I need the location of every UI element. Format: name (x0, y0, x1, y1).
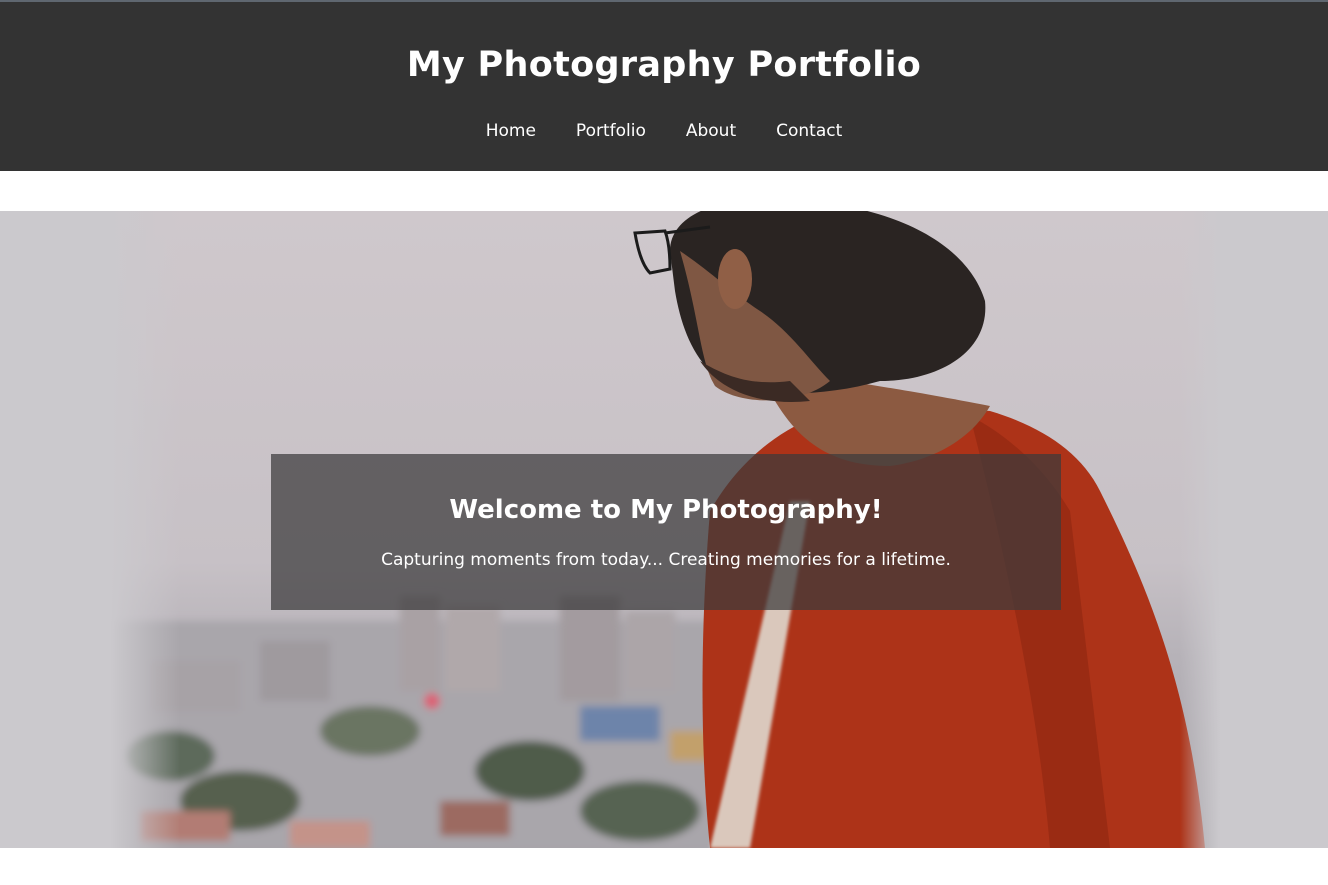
welcome-overlay: Welcome to My Photography! Capturing mom… (271, 454, 1061, 610)
welcome-heading: Welcome to My Photography! (449, 495, 883, 525)
nav-about[interactable]: About (686, 118, 736, 144)
photo-fade-right (1180, 211, 1220, 848)
site-title: My Photography Portfolio (406, 45, 922, 85)
photo-fade-left (110, 211, 180, 848)
nav-portfolio[interactable]: Portfolio (576, 118, 646, 144)
hero-section: Welcome to My Photography! Capturing mom… (0, 211, 1328, 848)
nav-contact[interactable]: Contact (776, 118, 842, 144)
main-nav: Home Portfolio About Contact (0, 118, 1328, 144)
site-header: My Photography Portfolio Home Portfolio … (0, 2, 1328, 171)
nav-home[interactable]: Home (486, 118, 536, 144)
welcome-tagline: Capturing moments from today... Creating… (381, 550, 951, 570)
